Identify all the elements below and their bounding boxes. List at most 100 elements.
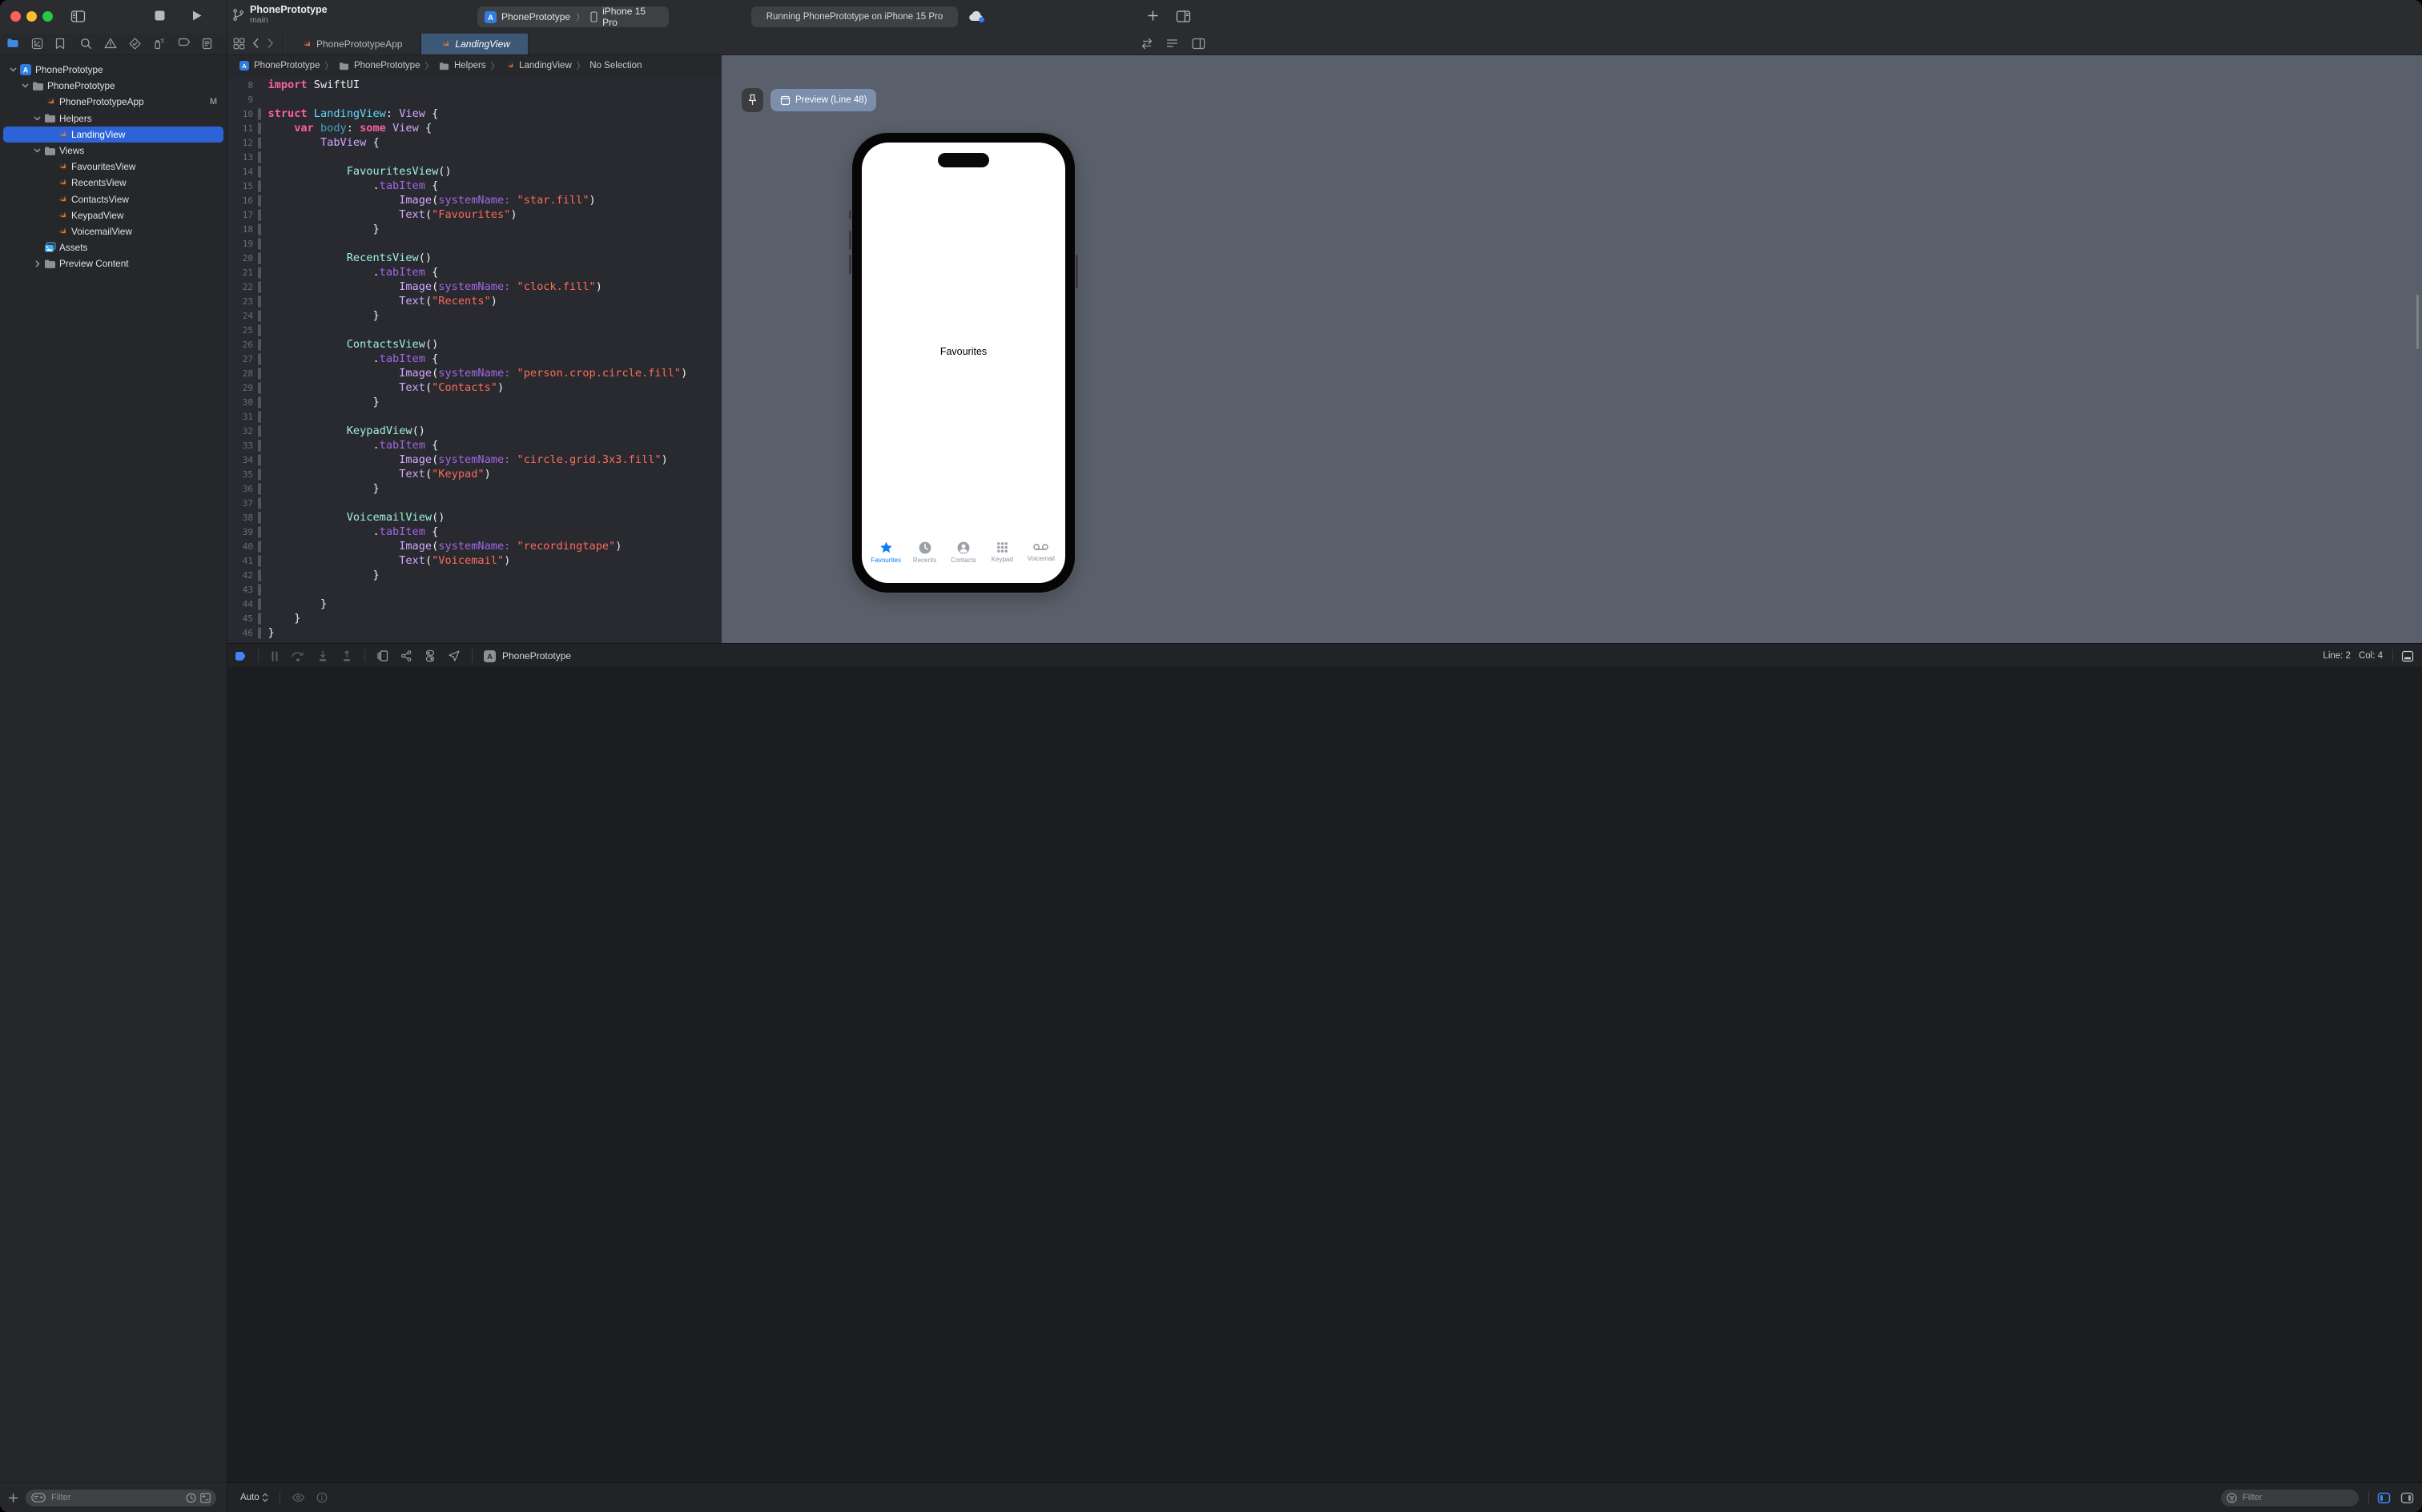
sidebar-item-phoneprototype[interactable]: PhonePrototype — [0, 78, 227, 94]
console-scope-dropdown[interactable]: Auto — [240, 1493, 268, 1502]
breakpoints-navigator-tab[interactable] — [178, 38, 191, 48]
code-line-20[interactable]: 20 RecentsView() — [227, 251, 721, 265]
forward-chevron-icon[interactable] — [267, 38, 274, 49]
debug-area-toggle-icon[interactable] — [2401, 650, 2414, 662]
reports-navigator-tab[interactable] — [202, 38, 212, 50]
disclosure-down-icon[interactable] — [32, 116, 42, 121]
toggle-navigator-icon[interactable] — [70, 10, 86, 23]
sidebar-item-preview-content[interactable]: Preview Content — [0, 255, 227, 271]
navigator-filter-input[interactable] — [50, 1492, 182, 1503]
editor-tab-phoneprototypeapp[interactable]: PhonePrototypeApp — [282, 34, 420, 54]
step-over-icon[interactable] — [291, 650, 305, 662]
code-line-15[interactable]: 15 .tabItem { — [227, 179, 721, 193]
editor-tab-landingview[interactable]: LandingView — [420, 34, 529, 54]
code-line-9[interactable]: 9 — [227, 92, 721, 107]
code-line-44[interactable]: 44 } — [227, 597, 721, 611]
step-out-icon[interactable] — [340, 650, 353, 662]
stop-button[interactable] — [154, 10, 166, 22]
preview-tab-voicemail[interactable]: Voicemail — [1023, 541, 1060, 564]
console-filter-input[interactable] — [2241, 1492, 2353, 1503]
navigator-filter-field[interactable] — [26, 1490, 216, 1506]
code-line-13[interactable]: 13 — [227, 150, 721, 164]
add-editor-icon[interactable] — [1147, 10, 1159, 22]
preview-tab-contacts[interactable]: Contacts — [945, 541, 982, 564]
code-line-39[interactable]: 39 .tabItem { — [227, 525, 721, 539]
add-file-icon[interactable] — [8, 1493, 18, 1503]
source-control-navigator-tab[interactable] — [31, 38, 43, 50]
code-line-24[interactable]: 24 } — [227, 308, 721, 323]
preview-tab-favourites[interactable]: Favourites — [867, 541, 904, 564]
disclosure-down-icon[interactable] — [8, 67, 18, 72]
step-into-icon[interactable] — [316, 650, 329, 662]
editor-grid-icon[interactable] — [233, 38, 245, 50]
breadcrumb-item-landingview[interactable]: LandingView — [504, 60, 572, 71]
code-line-10[interactable]: 10struct LandingView: View { — [227, 107, 721, 121]
code-line-41[interactable]: 41 Text("Voicemail") — [227, 553, 721, 568]
sidebar-item-helpers[interactable]: Helpers — [0, 111, 227, 127]
code-line-28[interactable]: 28 Image(systemName: "person.crop.circle… — [227, 366, 721, 380]
back-chevron-icon[interactable] — [252, 38, 260, 49]
tests-navigator-tab[interactable] — [129, 38, 141, 50]
canvas-scrollbar[interactable] — [2416, 295, 2419, 349]
code-line-23[interactable]: 23 Text("Recents") — [227, 294, 721, 308]
view-hierarchy-icon[interactable] — [376, 649, 388, 662]
pin-preview-button[interactable] — [742, 88, 763, 112]
breadcrumb-item-phoneprototype[interactable]: PhonePrototype — [338, 61, 420, 71]
info-icon[interactable] — [316, 1492, 328, 1503]
code-line-32[interactable]: 32 KeypadView() — [227, 424, 721, 438]
code-line-46[interactable]: 46} — [227, 625, 721, 640]
code-line-18[interactable]: 18 } — [227, 222, 721, 236]
code-line-8[interactable]: 8import SwiftUI — [227, 78, 721, 92]
code-line-43[interactable]: 43 — [227, 582, 721, 597]
breadcrumb-item-helpers[interactable]: Helpers — [438, 61, 486, 71]
code-line-19[interactable]: 19 — [227, 236, 721, 251]
breadcrumb-item-phoneprototype[interactable]: APhonePrototype — [239, 60, 320, 71]
code-line-16[interactable]: 16 Image(systemName: "star.fill") — [227, 193, 721, 207]
code-line-31[interactable]: 31 — [227, 409, 721, 424]
code-line-11[interactable]: 11 var body: some View { — [227, 121, 721, 135]
scheme-selector[interactable]: A PhonePrototype 〉 iPhone 15 Pro — [477, 6, 669, 27]
memory-graph-icon[interactable] — [400, 649, 412, 662]
code-line-34[interactable]: 34 Image(systemName: "circle.grid.3x3.fi… — [227, 452, 721, 467]
code-line-37[interactable]: 37 — [227, 496, 721, 510]
editor-layout-icon[interactable] — [1192, 38, 1205, 50]
close-window-button[interactable] — [10, 11, 21, 22]
breadcrumb-item-no-selection[interactable]: No Selection — [589, 61, 642, 70]
disclosure-down-icon[interactable] — [20, 83, 30, 88]
inspector-toggle-icon[interactable] — [1176, 10, 1191, 23]
minimize-window-button[interactable] — [26, 11, 37, 22]
run-button[interactable] — [191, 10, 203, 22]
pause-execution-icon[interactable] — [270, 650, 280, 662]
code-line-22[interactable]: 22 Image(systemName: "clock.fill") — [227, 279, 721, 294]
sidebar-item-landingview[interactable]: LandingView — [3, 127, 223, 143]
code-review-icon[interactable] — [1141, 38, 1153, 50]
console-panel-toggle-icon[interactable] — [2400, 1492, 2414, 1504]
code-line-45[interactable]: 45 } — [227, 611, 721, 625]
quicklook-eye-icon[interactable] — [292, 1493, 305, 1502]
code-line-35[interactable]: 35 Text("Keypad") — [227, 467, 721, 481]
breakpoints-toggle-icon[interactable] — [234, 650, 247, 662]
disclosure-down-icon[interactable] — [32, 148, 42, 153]
sidebar-item-voicemailview[interactable]: VoicemailView — [0, 223, 227, 239]
debug-console[interactable] — [227, 667, 2422, 1483]
code-line-14[interactable]: 14 FavouritesView() — [227, 164, 721, 179]
code-line-29[interactable]: 29 Text("Contacts") — [227, 380, 721, 395]
code-line-12[interactable]: 12 TabView { — [227, 135, 721, 150]
code-line-30[interactable]: 30 } — [227, 395, 721, 409]
code-line-21[interactable]: 21 .tabItem { — [227, 265, 721, 279]
sidebar-item-phoneprototypeapp[interactable]: PhonePrototypeAppM — [0, 94, 227, 110]
sidebar-item-assets[interactable]: Assets — [0, 239, 227, 255]
code-line-38[interactable]: 38 VoicemailView() — [227, 510, 721, 525]
find-navigator-tab[interactable] — [80, 38, 92, 50]
preview-line-button[interactable]: Preview (Line 48) — [770, 89, 876, 111]
preview-tab-keypad[interactable]: Keypad — [984, 541, 1020, 564]
code-line-27[interactable]: 27 .tabItem { — [227, 352, 721, 366]
bookmarks-navigator-tab[interactable] — [55, 38, 65, 50]
variables-panel-toggle-icon[interactable] — [2377, 1492, 2391, 1504]
code-line-33[interactable]: 33 .tabItem { — [227, 438, 721, 452]
code-line-40[interactable]: 40 Image(systemName: "recordingtape") — [227, 539, 721, 553]
sidebar-item-favouritesview[interactable]: FavouritesView — [0, 159, 227, 175]
sidebar-item-views[interactable]: Views — [0, 143, 227, 159]
editor-options-icon[interactable] — [1166, 38, 1178, 49]
code-line-36[interactable]: 36 } — [227, 481, 721, 496]
